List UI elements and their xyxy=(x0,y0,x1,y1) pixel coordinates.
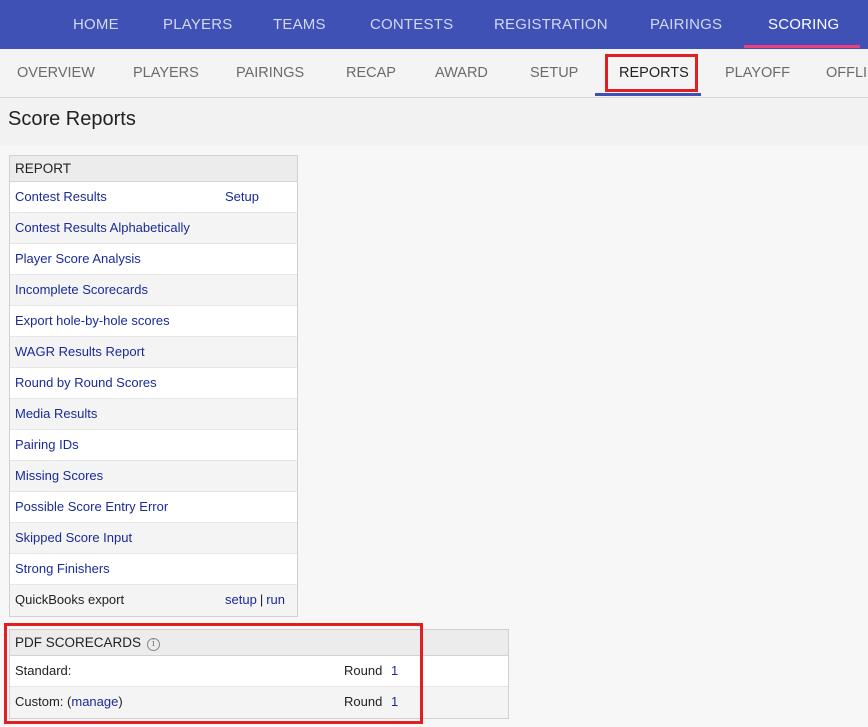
report-row: Round by Round Scores xyxy=(10,368,297,399)
report-row: Possible Score Entry Error xyxy=(10,492,297,523)
report-link-missing-scores[interactable]: Missing Scores xyxy=(15,468,103,483)
sub-nav-setup[interactable]: SETUP xyxy=(530,49,578,97)
report-panel: REPORT Contest Results Setup Contest Res… xyxy=(9,155,298,617)
sub-nav-overview[interactable]: OVERVIEW xyxy=(17,49,95,97)
sub-nav: OVERVIEW PLAYERS PAIRINGS RECAP AWARD SE… xyxy=(0,49,868,98)
pdf-custom-row: Custom: (manage) Round 1 xyxy=(10,687,508,718)
top-nav-registration[interactable]: REGISTRATION xyxy=(494,0,608,49)
report-row: Incomplete Scorecards xyxy=(10,275,297,306)
pdf-custom-label: Custom: xyxy=(15,694,64,709)
report-link-pairing-ids[interactable]: Pairing IDs xyxy=(15,437,79,452)
pdf-custom-round-1-link[interactable]: 1 xyxy=(391,687,398,717)
pdf-standard-round-1-link[interactable]: 1 xyxy=(391,656,398,686)
active-tab-underline xyxy=(744,45,860,48)
report-link-contest-results[interactable]: Contest Results xyxy=(15,189,107,204)
report-row: Media Results xyxy=(10,399,297,430)
top-nav-home[interactable]: HOME xyxy=(73,0,119,49)
report-link-round-by-round[interactable]: Round by Round Scores xyxy=(15,375,157,390)
quickbooks-setup-link[interactable]: setup xyxy=(225,592,257,607)
top-nav-scoring[interactable]: SCORING xyxy=(768,0,839,49)
report-row: Export hole-by-hole scores xyxy=(10,306,297,337)
top-nav: HOME PLAYERS TEAMS CONTESTS REGISTRATION… xyxy=(0,0,868,49)
report-link-export-hole-by-hole[interactable]: Export hole-by-hole scores xyxy=(15,313,170,328)
pdf-custom-round-label: Round xyxy=(344,694,383,709)
pdf-scorecards-title: PDF SCORECARDS xyxy=(15,635,142,650)
report-link-contest-results-alphabetically[interactable]: Contest Results Alphabetically xyxy=(15,220,190,235)
report-link-strong-finishers[interactable]: Strong Finishers xyxy=(15,561,110,576)
sub-nav-recap[interactable]: RECAP xyxy=(346,49,396,97)
sub-nav-active-underline xyxy=(595,93,701,96)
manage-close-paren: ) xyxy=(118,694,123,709)
report-link-wagr-results[interactable]: WAGR Results Report xyxy=(15,344,145,359)
report-row: Skipped Score Input xyxy=(10,523,297,554)
sub-nav-pairings[interactable]: PAIRINGS xyxy=(236,49,304,97)
report-link-skipped-score-input[interactable]: Skipped Score Input xyxy=(15,530,132,545)
pdf-custom-manage-link[interactable]: manage xyxy=(71,694,118,709)
sub-nav-players[interactable]: PLAYERS xyxy=(133,49,199,97)
report-row: Contest Results Alphabetically xyxy=(10,213,297,244)
report-panel-header: REPORT xyxy=(10,156,297,182)
sub-nav-award[interactable]: AWARD xyxy=(435,49,488,97)
sub-nav-playoff[interactable]: PLAYOFF xyxy=(725,49,790,97)
report-link-player-score-analysis[interactable]: Player Score Analysis xyxy=(15,251,141,266)
info-icon[interactable]: i xyxy=(146,638,160,651)
quickbooks-export-label: QuickBooks export xyxy=(15,592,125,607)
top-nav-teams[interactable]: TEAMS xyxy=(273,0,326,49)
quickbooks-row: QuickBooks export setup | run xyxy=(10,585,297,616)
report-link-incomplete-scorecards[interactable]: Incomplete Scorecards xyxy=(15,282,148,297)
report-row: Pairing IDs xyxy=(10,430,297,461)
sub-nav-reports[interactable]: REPORTS xyxy=(619,49,689,97)
pdf-standard-row: Standard: Round 1 xyxy=(10,656,508,687)
pdf-standard-round-label: Round xyxy=(344,663,383,678)
pdf-scorecards-panel: PDF SCORECARDS i Standard: Round 1 Custo… xyxy=(9,629,509,719)
contest-results-setup-link[interactable]: Setup xyxy=(225,182,259,212)
report-row: Contest Results Setup xyxy=(10,182,297,213)
report-row: WAGR Results Report xyxy=(10,337,297,368)
report-row: Missing Scores xyxy=(10,461,297,492)
report-row: Player Score Analysis xyxy=(10,244,297,275)
page-title: Score Reports xyxy=(8,108,136,130)
link-separator: | xyxy=(259,592,264,607)
quickbooks-run-link[interactable]: run xyxy=(266,592,285,607)
pdf-scorecards-header: PDF SCORECARDS i xyxy=(10,630,508,656)
sub-nav-offline[interactable]: OFFLI xyxy=(826,49,867,97)
report-row: Strong Finishers xyxy=(10,554,297,585)
top-nav-contests[interactable]: CONTESTS xyxy=(370,0,453,49)
report-link-media-results[interactable]: Media Results xyxy=(15,406,97,421)
report-link-possible-score-entry-error[interactable]: Possible Score Entry Error xyxy=(15,499,168,514)
pdf-standard-label: Standard: xyxy=(15,663,72,678)
top-nav-pairings[interactable]: PAIRINGS xyxy=(650,0,722,49)
top-nav-players[interactable]: PLAYERS xyxy=(163,0,233,49)
